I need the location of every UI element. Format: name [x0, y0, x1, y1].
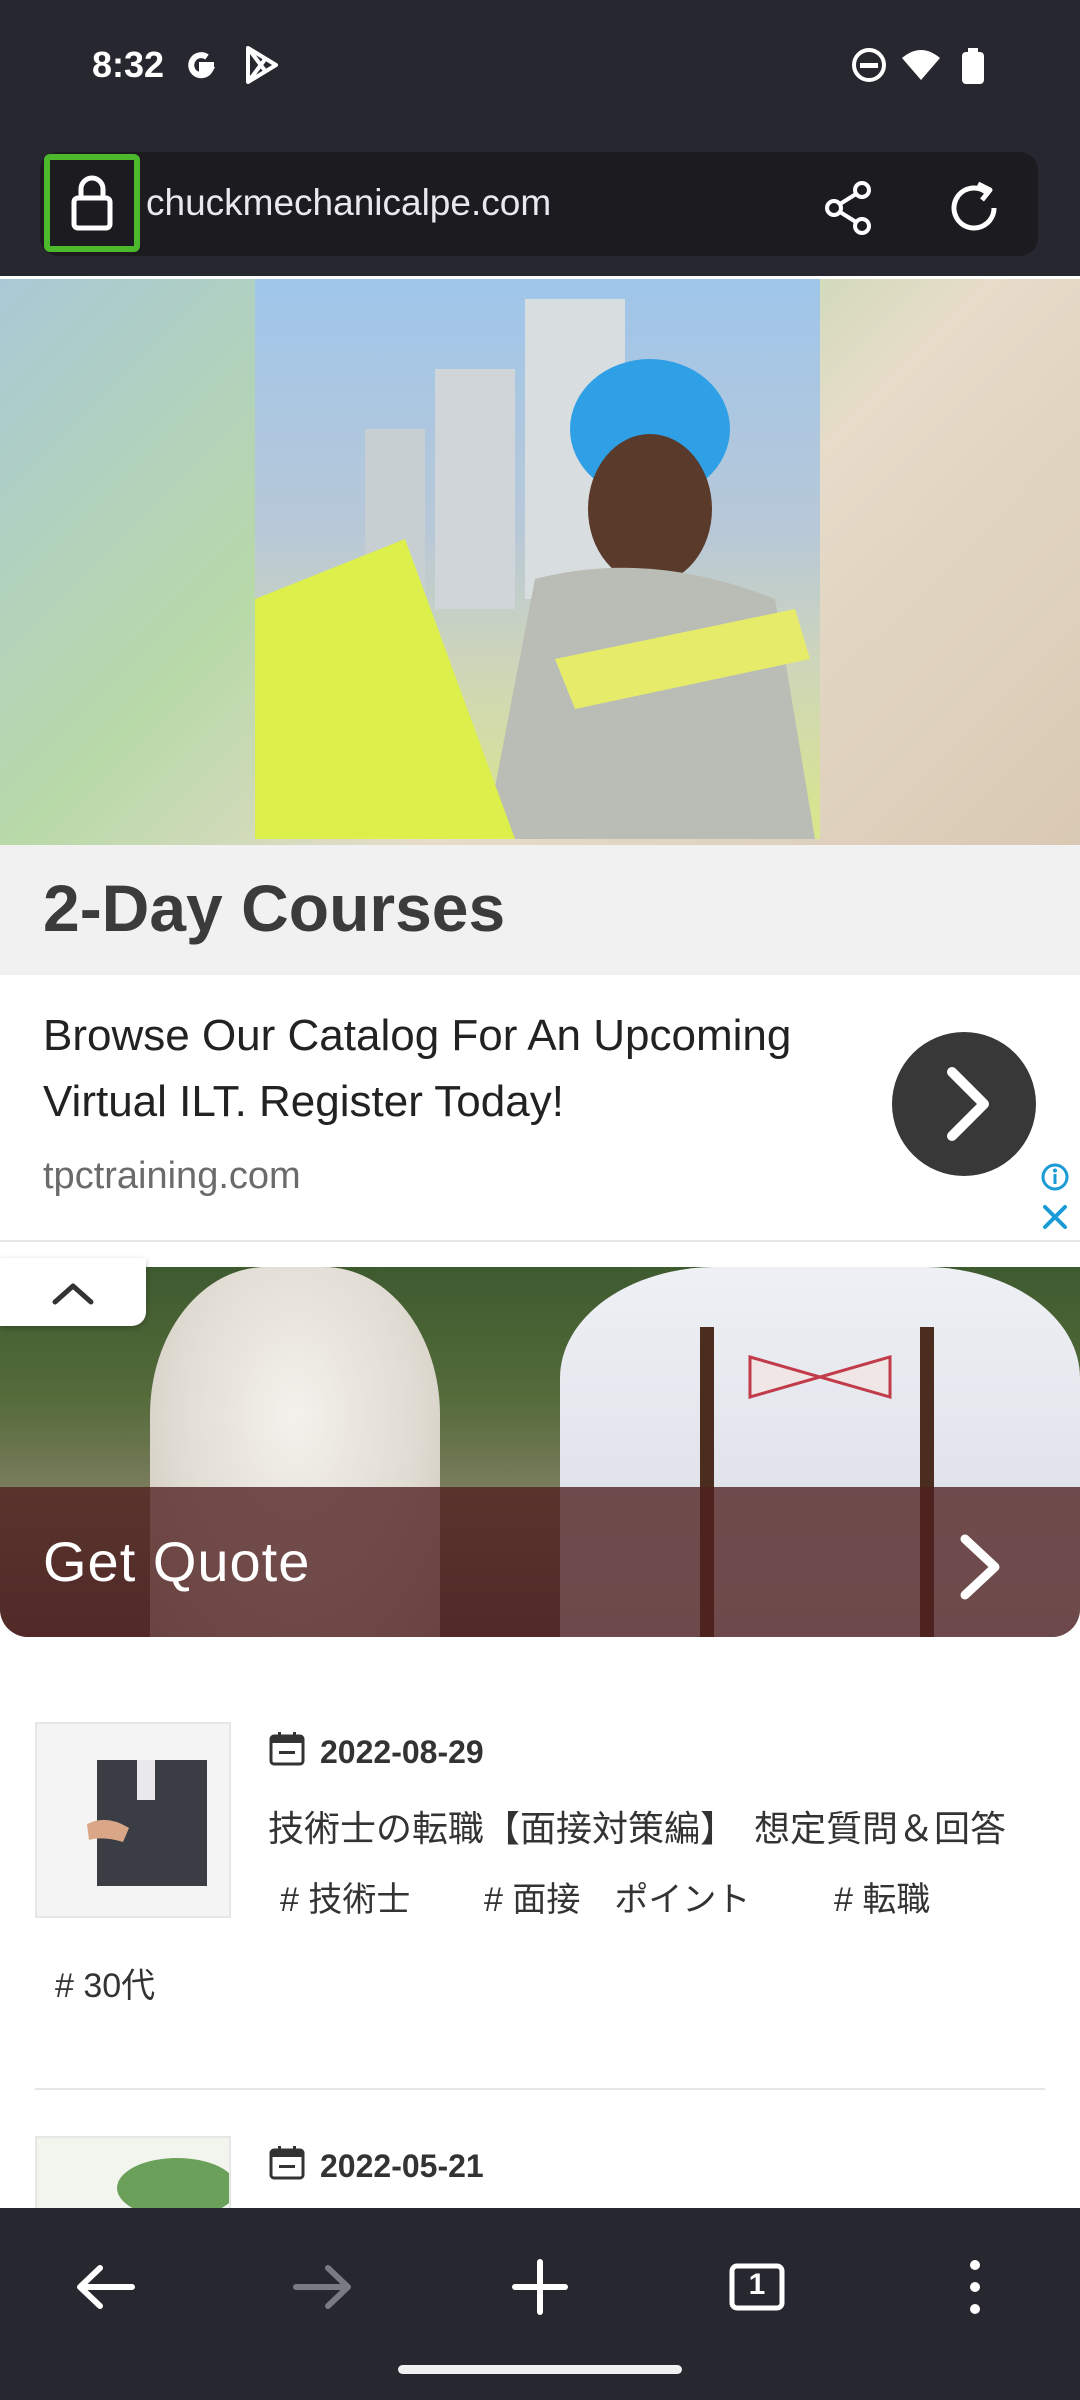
ad-domain[interactable]: tpctraining.com — [43, 1155, 301, 1198]
calendar-icon — [269, 1732, 305, 1766]
forward-arrow-icon[interactable] — [268, 2232, 378, 2342]
share-icon[interactable] — [818, 176, 882, 240]
google-icon — [188, 52, 216, 79]
article-thumbnail[interactable] — [35, 2136, 231, 2208]
do-not-disturb-icon — [852, 48, 886, 82]
calendar-icon — [269, 2146, 305, 2180]
thumbnail-leaves-image — [37, 2138, 229, 2208]
thumbnail-handshake-image — [37, 1724, 229, 1916]
ad-title[interactable]: 2-Day Courses — [43, 870, 505, 946]
wifi-icon — [902, 50, 940, 80]
url-text[interactable]: chuckmechanicalpe.com — [146, 182, 551, 224]
status-time: 8:32 — [92, 44, 165, 85]
ad-photo-workers — [255, 279, 820, 839]
chevron-right-icon[interactable] — [950, 1527, 1010, 1607]
get-quote-banner[interactable]: Get Quote — [0, 1267, 1080, 1637]
ad-photo-illustration — [255, 299, 815, 839]
article-tag[interactable]: # 面接 ポイント — [484, 1872, 750, 1921]
tab-count: 1 — [748, 2268, 766, 2301]
new-tab-plus-icon[interactable] — [485, 2232, 595, 2342]
battery-icon — [962, 48, 984, 84]
play-store-icon — [246, 46, 278, 84]
article-thumbnail[interactable] — [35, 1722, 231, 1918]
tab-switcher-button[interactable]: 1 — [702, 2232, 812, 2342]
article-tag[interactable]: # 転職 — [834, 1872, 930, 1921]
article-tag[interactable]: # 技術士 — [280, 1872, 410, 1921]
adchoices-info-icon[interactable] — [1040, 1162, 1070, 1192]
chevron-right-icon — [947, 1067, 989, 1141]
chevron-up-icon — [52, 1283, 94, 1305]
get-quote-label[interactable]: Get Quote — [43, 1529, 310, 1594]
more-menu-icon[interactable] — [920, 2232, 1030, 2342]
ad-close-icon[interactable] — [1040, 1202, 1070, 1232]
article-date: 2022-05-21 — [320, 2148, 484, 2184]
list-divider — [35, 2088, 1045, 2090]
ad-cta-button[interactable] — [892, 1032, 1036, 1176]
article-date: 2022-08-29 — [320, 1734, 484, 1770]
lock-icon — [71, 175, 113, 231]
back-arrow-icon[interactable] — [50, 2232, 160, 2342]
ad-description[interactable]: Browse Our Catalog For An Upcoming Virtu… — [43, 1003, 863, 1135]
home-gesture-bar[interactable] — [398, 2365, 682, 2374]
reload-icon[interactable] — [942, 176, 1006, 240]
collapse-ad-button[interactable] — [0, 1258, 146, 1326]
ad-image[interactable] — [0, 279, 1080, 845]
site-info-button[interactable] — [44, 154, 140, 252]
article-title[interactable]: 技術士の転職【面接対策編】 想定質問＆回答 — [268, 1800, 1006, 1852]
article-tag[interactable]: # 30代 — [55, 1958, 155, 2007]
